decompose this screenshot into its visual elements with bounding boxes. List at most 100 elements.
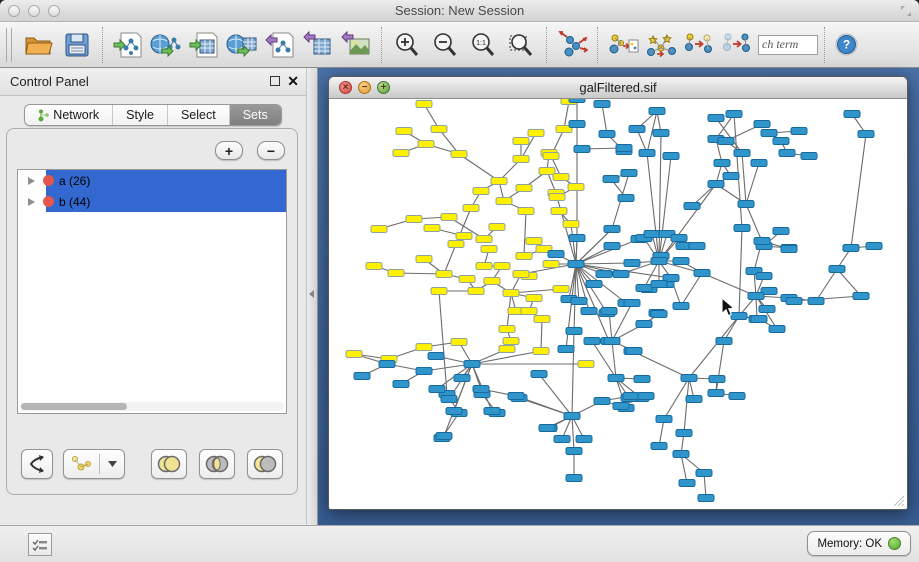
graph-edge[interactable]	[816, 269, 837, 301]
add-set-button[interactable]: +	[215, 141, 243, 160]
graph-edge[interactable]	[524, 211, 526, 256]
graph-node[interactable]	[566, 475, 582, 482]
graph-node-selected[interactable]	[513, 138, 529, 145]
graph-node-selected[interactable]	[526, 238, 542, 245]
graph-node[interactable]	[754, 238, 770, 245]
close-panel-icon[interactable]: ✕	[287, 73, 299, 90]
graph-node[interactable]	[696, 470, 712, 477]
graph-node[interactable]	[756, 273, 772, 280]
graph-node[interactable]	[751, 316, 767, 323]
tab-style[interactable]: Style	[113, 105, 168, 125]
graph-node[interactable]	[564, 413, 580, 420]
graph-node[interactable]	[603, 176, 619, 183]
graph-node-selected[interactable]	[436, 271, 452, 278]
graph-node[interactable]	[379, 361, 395, 368]
graph-node[interactable]	[568, 261, 584, 268]
graph-node-selected[interactable]	[448, 241, 464, 248]
graph-node-selected[interactable]	[468, 288, 484, 295]
graph-node[interactable]	[694, 270, 710, 277]
graph-node[interactable]	[473, 386, 489, 393]
graph-node-selected[interactable]	[393, 150, 409, 157]
graph-edge[interactable]	[439, 291, 447, 394]
graph-edge[interactable]	[716, 341, 724, 393]
graph-node[interactable]	[566, 448, 582, 455]
remove-set-button[interactable]: −	[257, 141, 285, 160]
expand-arrow-icon[interactable]	[28, 198, 35, 206]
graph-edge[interactable]	[564, 101, 569, 129]
graph-edge[interactable]	[684, 378, 689, 433]
graph-edge[interactable]	[459, 154, 499, 181]
show-selection-button[interactable]	[680, 26, 718, 64]
graph-node[interactable]	[484, 408, 500, 415]
list-item-set-a[interactable]: a (26)	[18, 170, 286, 191]
graph-node[interactable]	[708, 390, 724, 397]
graph-node-selected[interactable]	[366, 263, 382, 270]
graph-node[interactable]	[558, 346, 574, 353]
graph-node[interactable]	[624, 300, 640, 307]
graph-node-selected[interactable]	[456, 233, 472, 240]
graph-node[interactable]	[759, 306, 775, 313]
graph-node[interactable]	[601, 308, 617, 315]
graph-edge[interactable]	[632, 351, 689, 378]
graph-node[interactable]	[429, 386, 445, 393]
graph-node-selected[interactable]	[516, 185, 532, 192]
graph-node[interactable]	[569, 99, 585, 103]
graph-edge[interactable]	[571, 224, 576, 264]
graph-node[interactable]	[508, 393, 524, 400]
graph-node-selected[interactable]	[451, 151, 467, 158]
graph-node-selected[interactable]	[459, 276, 475, 283]
graph-node[interactable]	[656, 416, 672, 423]
graph-node[interactable]	[554, 436, 570, 443]
graph-node[interactable]	[754, 121, 770, 128]
graph-node-selected[interactable]	[578, 361, 594, 368]
graph-node-selected[interactable]	[406, 216, 422, 223]
graph-node[interactable]	[576, 436, 592, 443]
graph-node[interactable]	[673, 258, 689, 265]
graph-node[interactable]	[638, 393, 654, 400]
graph-node[interactable]	[801, 153, 817, 160]
graph-node-selected[interactable]	[521, 308, 537, 315]
graph-node[interactable]	[673, 451, 689, 458]
graph-edge[interactable]	[572, 416, 574, 451]
zoom-in-button[interactable]	[388, 26, 426, 64]
panel-splitter[interactable]	[306, 68, 318, 525]
import-table-file-button[interactable]	[185, 26, 223, 64]
graph-node-selected[interactable]	[451, 339, 467, 346]
graph-node[interactable]	[673, 303, 689, 310]
graph-node-selected[interactable]	[513, 156, 529, 163]
zoom-out-button[interactable]	[426, 26, 464, 64]
graph-node-selected[interactable]	[476, 236, 492, 243]
import-table-url-button[interactable]	[223, 26, 261, 64]
graph-node[interactable]	[653, 130, 669, 137]
graph-node[interactable]	[634, 376, 650, 383]
memory-status-button[interactable]: Memory: OK	[807, 531, 911, 556]
help-button[interactable]: ?	[831, 26, 861, 64]
graph-node[interactable]	[866, 243, 882, 250]
graph-node-selected[interactable]	[473, 188, 489, 195]
graph-node[interactable]	[734, 225, 750, 232]
expand-arrow-icon[interactable]	[28, 177, 35, 185]
hide-selection-button[interactable]	[718, 26, 756, 64]
apply-layout-button[interactable]	[553, 26, 591, 64]
graph-node[interactable]	[761, 130, 777, 137]
graph-node-selected[interactable]	[533, 348, 549, 355]
graph-edge[interactable]	[602, 104, 607, 134]
graph-node[interactable]	[723, 173, 739, 180]
graph-node[interactable]	[686, 396, 702, 403]
difference-button[interactable]	[247, 449, 283, 479]
graph-node-selected[interactable]	[431, 126, 447, 133]
fullscreen-icon[interactable]	[900, 5, 912, 17]
graph-node[interactable]	[829, 266, 845, 273]
graph-edge[interactable]	[444, 244, 456, 274]
graph-node[interactable]	[608, 375, 624, 382]
graph-node-selected[interactable]	[416, 101, 432, 108]
graph-node-selected[interactable]	[416, 256, 432, 263]
graph-node-selected[interactable]	[518, 208, 534, 215]
graph-node[interactable]	[393, 381, 409, 388]
graph-node-selected[interactable]	[551, 208, 567, 215]
graph-node[interactable]	[613, 271, 629, 278]
graph-node-selected[interactable]	[346, 351, 362, 358]
graph-node[interactable]	[716, 338, 732, 345]
zoom-selected-button[interactable]	[502, 26, 540, 64]
graph-node-selected[interactable]	[543, 153, 559, 160]
